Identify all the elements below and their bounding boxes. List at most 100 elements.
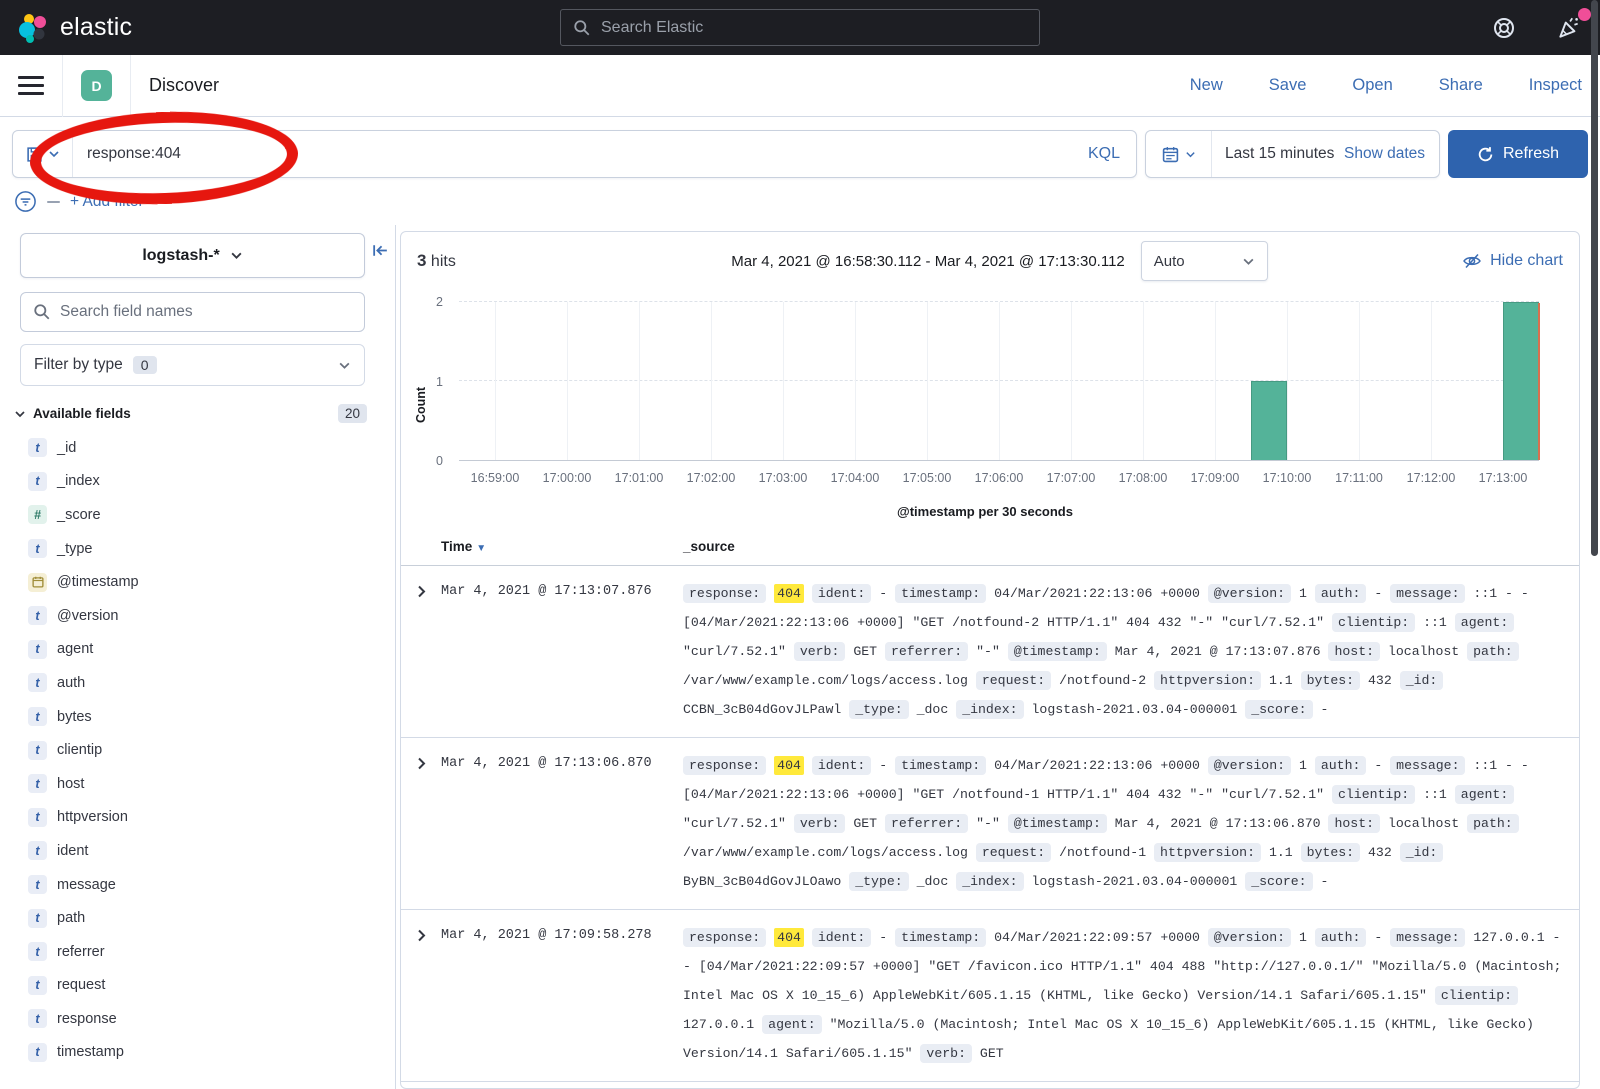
- row-source: response: 404 ident: - timestamp: 04/Mar…: [683, 923, 1579, 1068]
- collapse-sidebar-icon[interactable]: [371, 241, 390, 265]
- highlighted-value: 404: [774, 756, 804, 775]
- field-item-request[interactable]: trequest: [0, 969, 395, 1003]
- divider: [62, 55, 63, 117]
- field-item-ident[interactable]: tident: [0, 834, 395, 868]
- field-item-clientip[interactable]: tclientip: [0, 733, 395, 767]
- elastic-logo[interactable]: elastic: [18, 12, 132, 44]
- menu-icon[interactable]: [18, 76, 44, 95]
- field-item-timestamp[interactable]: @timestamp: [0, 565, 395, 599]
- expand-row-icon[interactable]: [401, 751, 441, 896]
- field-name: @version: [57, 608, 118, 624]
- field-item-id[interactable]: t_id: [0, 431, 395, 465]
- gridline: [1287, 302, 1288, 460]
- available-fields-header[interactable]: Available fields 20: [14, 404, 367, 423]
- source-field-badge: request:: [976, 843, 1051, 862]
- time-column-header[interactable]: Time▼: [441, 538, 683, 556]
- field-item-referrer[interactable]: treferrer: [0, 935, 395, 969]
- histogram-bar[interactable]: [1251, 381, 1287, 460]
- table-header: Time▼ _source: [401, 531, 1579, 566]
- string-field-icon: t: [28, 438, 47, 457]
- string-field-icon: t: [28, 976, 47, 995]
- share-button[interactable]: Share: [1439, 76, 1483, 95]
- interval-select[interactable]: Auto: [1141, 241, 1268, 281]
- field-item-version[interactable]: t@version: [0, 599, 395, 633]
- gridline: [783, 302, 784, 460]
- x-axis-ticks: 16:59:0017:00:0017:01:0017:02:0017:03:00…: [459, 471, 1539, 491]
- chevron-down-icon: [14, 408, 26, 420]
- histogram-bar[interactable]: [1503, 302, 1539, 460]
- index-pattern-selector[interactable]: logstash-*: [20, 233, 365, 278]
- query-language-button[interactable]: KQL: [1072, 145, 1136, 163]
- open-button[interactable]: Open: [1352, 76, 1392, 95]
- gridline: [927, 302, 928, 460]
- field-item-index[interactable]: t_index: [0, 465, 395, 499]
- y-axis-ticks: 012: [401, 302, 451, 461]
- field-item-type[interactable]: t _type: [0, 532, 395, 566]
- save-button[interactable]: Save: [1269, 76, 1307, 95]
- gridline: [1143, 302, 1144, 460]
- chart-plot-area: [459, 302, 1539, 461]
- source-field-badge: referrer:: [885, 814, 968, 833]
- source-field-badge: agent:: [1455, 785, 1514, 804]
- field-name: @timestamp: [57, 574, 139, 590]
- chevron-down-icon: [230, 249, 243, 262]
- chevron-down-icon: [338, 359, 351, 372]
- field-item-httpversion[interactable]: thttpversion: [0, 801, 395, 835]
- source-field-badge: response:: [683, 756, 766, 775]
- field-item-response[interactable]: tresponse: [0, 1002, 395, 1036]
- help-icon[interactable]: [1492, 16, 1516, 40]
- document-rows: Mar 4, 2021 @ 17:13:07.876response: 404 …: [401, 566, 1579, 1082]
- field-item-path[interactable]: tpath: [0, 901, 395, 935]
- expand-row-icon[interactable]: [401, 579, 441, 724]
- query-input[interactable]: response:404: [73, 145, 1072, 163]
- field-item-score[interactable]: #_score: [0, 498, 395, 532]
- field-item-host[interactable]: thost: [0, 767, 395, 801]
- string-field-icon: t: [28, 539, 47, 558]
- discover-app-badge[interactable]: D: [81, 70, 112, 101]
- inspect-button[interactable]: Inspect: [1529, 76, 1582, 95]
- gridline: [1359, 302, 1360, 460]
- filter-type-count-badge: 0: [133, 356, 157, 374]
- window-scrollbar-thumb[interactable]: [1591, 0, 1598, 556]
- chevron-down-icon: [1185, 149, 1196, 160]
- source-field-badge: @version:: [1208, 584, 1291, 603]
- source-field-badge: _id:: [1400, 843, 1444, 862]
- filter-icon[interactable]: [14, 190, 37, 213]
- x-tick-label: 17:07:00: [1047, 471, 1096, 485]
- field-item-message[interactable]: t message: [0, 868, 395, 902]
- add-filter-link[interactable]: + Add filter: [70, 193, 144, 211]
- time-range-value[interactable]: Last 15 minutes: [1212, 145, 1344, 163]
- refresh-button[interactable]: Refresh: [1448, 130, 1588, 178]
- field-item-timestamp[interactable]: ttimestamp: [0, 1036, 395, 1070]
- gridline: [711, 302, 712, 460]
- source-field-badge: verb:: [920, 1044, 972, 1063]
- source-field-badge: @version:: [1208, 928, 1291, 947]
- date-picker-button[interactable]: [1146, 131, 1212, 177]
- source-field-badge: clientip:: [1435, 986, 1518, 1005]
- new-button[interactable]: New: [1190, 76, 1223, 95]
- show-dates-link[interactable]: Show dates: [1344, 145, 1439, 163]
- search-field-names-input[interactable]: Search field names: [20, 292, 365, 332]
- field-item-agent[interactable]: tagent: [0, 633, 395, 667]
- field-item-auth[interactable]: tauth: [0, 666, 395, 700]
- string-field-icon: t: [28, 1009, 47, 1028]
- source-field-badge: _index:: [956, 700, 1023, 719]
- source-field-badge: host:: [1328, 814, 1380, 833]
- string-field-icon: t: [28, 1043, 47, 1062]
- saved-query-menu-button[interactable]: [13, 131, 73, 177]
- string-field-icon: t: [28, 875, 47, 894]
- source-field-badge: _type:: [849, 700, 908, 719]
- table-row: Mar 4, 2021 @ 17:13:06.870response: 404 …: [401, 738, 1579, 910]
- field-name: _type: [57, 541, 92, 557]
- string-field-icon: t: [28, 942, 47, 961]
- source-field-badge: response:: [683, 928, 766, 947]
- field-item-bytes[interactable]: tbytes: [0, 700, 395, 734]
- chevron-down-icon: [48, 148, 60, 160]
- field-name: message: [57, 877, 116, 893]
- whats-new-icon[interactable]: [1556, 15, 1582, 41]
- eye-closed-icon: [1462, 251, 1482, 271]
- global-search-input[interactable]: Search Elastic: [560, 9, 1040, 46]
- hide-chart-link[interactable]: Hide chart: [1462, 251, 1563, 271]
- expand-row-icon[interactable]: [401, 923, 441, 1068]
- filter-by-type-dropdown[interactable]: Filter by type 0: [20, 344, 365, 386]
